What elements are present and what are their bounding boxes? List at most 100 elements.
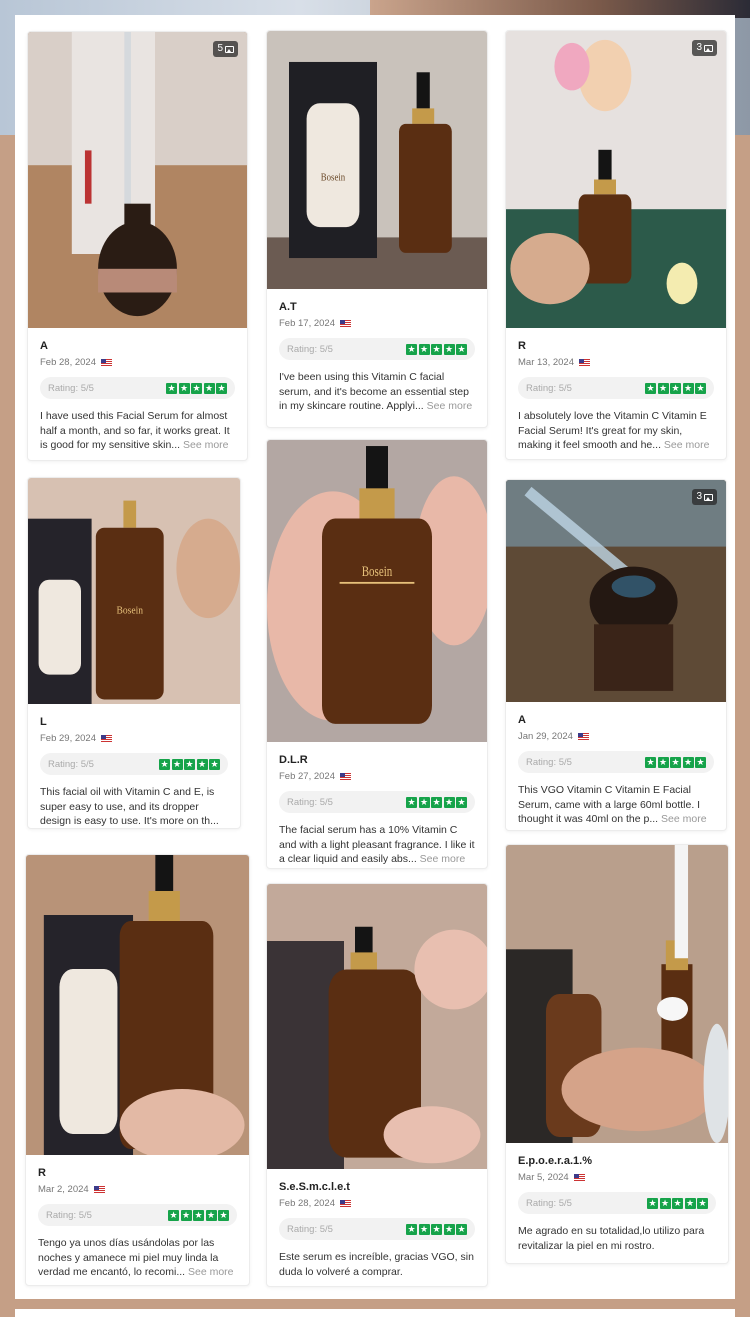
review-photo[interactable]: Bosein — [267, 440, 487, 742]
rating-label: Rating: 5/5 — [48, 758, 94, 770]
reviewer-name: A — [518, 714, 526, 726]
star-icon: ★ — [697, 1197, 708, 1209]
review-text-block: Tengo ya unos días usándolas por las noc… — [38, 1236, 237, 1280]
star-icon: ★ — [684, 1197, 696, 1209]
star-icon: ★ — [431, 1223, 442, 1235]
review-date: Feb 27, 2024 — [279, 770, 335, 782]
review-card[interactable]: 3 R Mar 13, 2024 Rating: 5/5 ★ ★ ★ ★ ★ I abs… — [505, 30, 727, 460]
star-rating: ★ ★ ★ ★ ★ — [166, 382, 227, 394]
review-photo[interactable] — [26, 855, 249, 1155]
star-icon: ★ — [191, 382, 202, 394]
review-card[interactable]: 5 A Feb 28, 2024 Rating: 5/5 ★ ★ ★ ★ ★ I hav… — [27, 31, 248, 461]
star-icon: ★ — [180, 1209, 192, 1221]
photo-count-badge: 3 — [692, 489, 717, 505]
star-rating: ★ ★ ★ ★ ★ — [159, 758, 220, 770]
review-card[interactable]: Bosein D.L.R Feb 27, 2024 Rating: 5/5 ★ ★… — [266, 439, 488, 869]
photo-count: 3 — [696, 42, 702, 53]
star-icon: ★ — [456, 343, 467, 355]
review-photo-image — [28, 32, 247, 328]
next-section-edge — [15, 1309, 735, 1317]
review-photo[interactable] — [267, 884, 487, 1169]
review-photo-image: Bosein — [28, 478, 240, 704]
review-text-block: I've been using this Vitamin C facial se… — [279, 370, 475, 414]
photo-count: 5 — [217, 43, 223, 54]
star-icon: ★ — [443, 796, 455, 808]
svg-text:Bosein: Bosein — [321, 172, 346, 184]
star-icon: ★ — [406, 343, 417, 355]
review-card[interactable]: E.p.o.e.r.a.1.% Mar 5, 2024 Rating: 5/5 … — [505, 844, 729, 1264]
review-card[interactable]: Bosein L Feb 29, 2024 Rating: 5/5 ★ ★ ★ ★ ★ … — [27, 477, 241, 829]
us-flag-icon — [93, 1185, 105, 1193]
review-date: Jan 29, 2024 — [518, 730, 573, 742]
review-photo[interactable]: 5 — [28, 32, 247, 328]
rating-label: Rating: 5/5 — [48, 382, 94, 394]
review-photo[interactable]: 3 — [506, 480, 726, 702]
review-date-row: Feb 28, 2024 — [40, 356, 235, 368]
star-rating: ★ ★ ★ ★ ★ — [645, 756, 706, 768]
review-card[interactable]: Bosein A.T Feb 17, 2024 Rating: 5/5 ★ ★ ★ ★… — [266, 30, 488, 428]
image-icon — [704, 44, 713, 52]
review-text-block: I have used this Facial Serum for almost… — [40, 409, 235, 453]
star-icon: ★ — [682, 756, 694, 768]
star-icon: ★ — [418, 343, 430, 355]
review-card[interactable]: R Mar 2, 2024 Rating: 5/5 ★ ★ ★ ★ ★ Tengo ya… — [25, 854, 250, 1286]
us-flag-icon — [340, 1199, 351, 1207]
see-more-link[interactable]: See more — [183, 439, 229, 451]
review-photo-image — [26, 855, 249, 1155]
rating-label: Rating: 5/5 — [46, 1209, 92, 1221]
rating-label: Rating: 5/5 — [287, 343, 333, 355]
review-card[interactable]: 3 A Jan 29, 2024 Rating: 5/5 ★ ★ ★ ★ ★ This … — [505, 479, 727, 831]
star-icon: ★ — [659, 1197, 671, 1209]
review-photo[interactable] — [506, 845, 728, 1143]
review-photo-image — [506, 480, 726, 702]
star-icon: ★ — [205, 1209, 217, 1221]
see-more-link[interactable]: See more — [420, 853, 466, 865]
see-more-link[interactable]: See more — [427, 400, 473, 412]
review-date: Mar 2, 2024 — [38, 1183, 89, 1195]
star-icon: ★ — [168, 1209, 179, 1221]
review-date-row: Feb 28, 2024 — [279, 1197, 475, 1209]
see-more-link[interactable]: See more — [664, 439, 710, 451]
review-date-row: Mar 2, 2024 — [38, 1183, 237, 1195]
rating-row: Rating: 5/5 ★ ★ ★ ★ ★ — [38, 1204, 237, 1226]
star-icon: ★ — [166, 382, 177, 394]
review-photo[interactable]: Bosein — [28, 478, 240, 704]
rating-row: Rating: 5/5 ★ ★ ★ ★ ★ — [518, 751, 714, 773]
review-card[interactable]: S.e.S.m.c.l.e.t Feb 28, 2024 Rating: 5/5… — [266, 883, 488, 1287]
review-text-block: Me agrado en su totalidad,lo utilizo par… — [518, 1224, 716, 1253]
review-text-block: This VGO Vitamin C Vitamin E Facial Seru… — [518, 783, 714, 827]
reviewer-name: R — [518, 340, 526, 352]
star-icon: ★ — [657, 382, 669, 394]
star-icon: ★ — [431, 343, 442, 355]
review-date: Feb 29, 2024 — [40, 732, 96, 744]
star-rating: ★ ★ ★ ★ ★ — [168, 1209, 229, 1221]
review-photo[interactable]: 3 — [506, 31, 726, 328]
review-date: Feb 28, 2024 — [279, 1197, 335, 1209]
review-photo[interactable]: Bosein — [267, 31, 487, 289]
star-icon: ★ — [695, 382, 706, 394]
review-text-block: This facial oil with Vitamin C and E, is… — [40, 785, 228, 828]
star-icon: ★ — [443, 343, 455, 355]
star-icon: ★ — [406, 1223, 417, 1235]
reviewer-name: R — [38, 1167, 46, 1179]
star-rating: ★ ★ ★ ★ ★ — [645, 382, 706, 394]
review-photo-image — [267, 884, 487, 1169]
us-flag-icon — [340, 772, 351, 780]
star-icon: ★ — [647, 1197, 658, 1209]
rating-row: Rating: 5/5 ★ ★ ★ ★ ★ — [40, 753, 228, 775]
review-text-block: The facial serum has a 10% Vitamin C and… — [279, 823, 475, 867]
star-icon: ★ — [670, 382, 681, 394]
star-rating: ★ ★ ★ ★ ★ — [406, 343, 467, 355]
rating-label: Rating: 5/5 — [526, 382, 572, 394]
review-date-row: Feb 17, 2024 — [279, 317, 475, 329]
see-more-link[interactable]: See more — [661, 813, 707, 825]
review-date-row: Mar 5, 2024 — [518, 1171, 716, 1183]
rating-row: Rating: 5/5 ★ ★ ★ ★ ★ — [518, 1192, 716, 1214]
rating-row: Rating: 5/5 ★ ★ ★ ★ ★ — [518, 377, 714, 399]
review-photo-image: Bosein — [267, 31, 487, 289]
star-rating: ★ ★ ★ ★ ★ — [647, 1197, 708, 1209]
see-more-link[interactable]: See more — [188, 1266, 234, 1278]
review-photo-image: Bosein — [267, 440, 487, 742]
us-flag-icon — [573, 1173, 585, 1181]
review-text: This facial oil with Vitamin C and E, is… — [40, 786, 219, 827]
